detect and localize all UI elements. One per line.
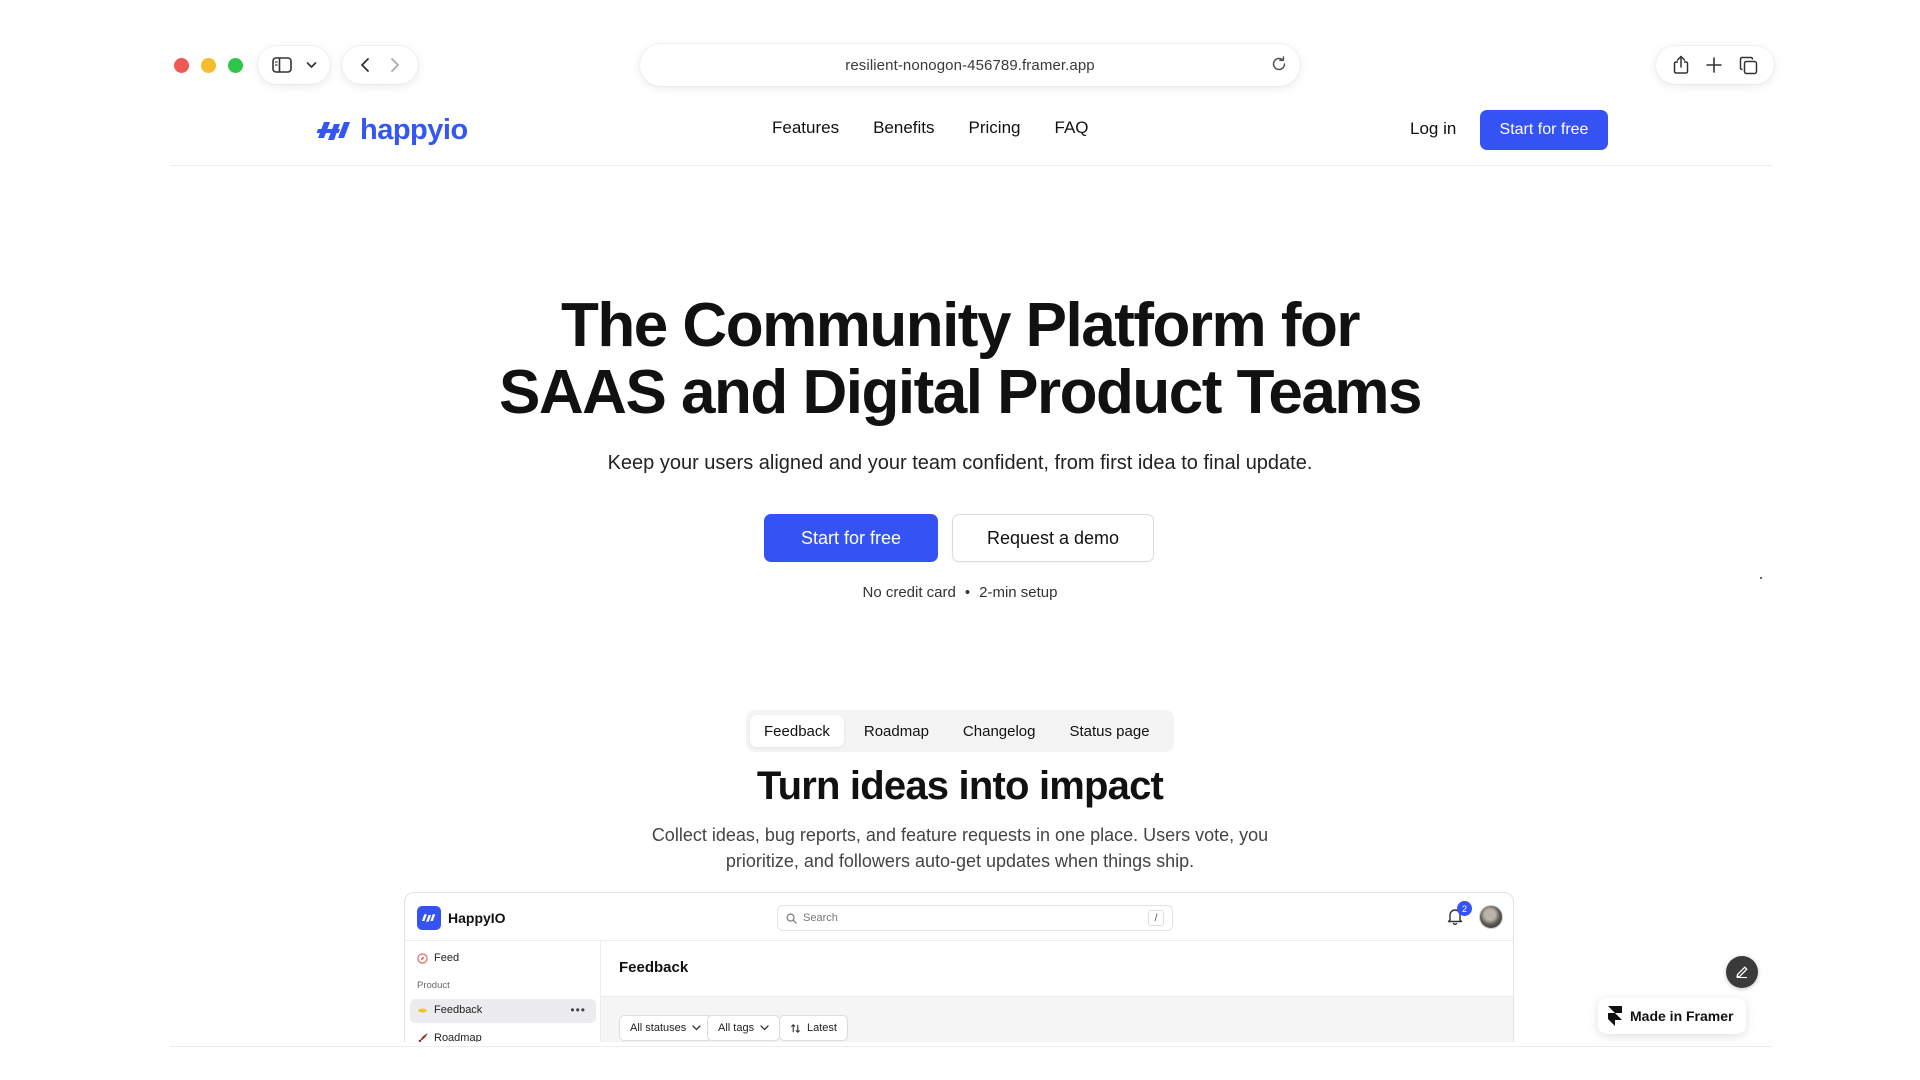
address-bar[interactable]: resilient-nonogon-456789.framer.app	[640, 44, 1300, 86]
preview-brand-name: HappyIO	[448, 910, 506, 926]
login-link[interactable]: Log in	[1410, 119, 1456, 139]
chevron-down-icon[interactable]	[306, 61, 317, 69]
notification-badge: 2	[1457, 901, 1472, 916]
app-preview: HappyIO Search / 2 Feed Product ••• Feed…	[404, 892, 1514, 1042]
filter-label: All tags	[718, 1022, 755, 1034]
section-description: Collect ideas, bug reports, and feature …	[651, 825, 1269, 871]
preview-filter-bar: All statuses All tags Latest	[601, 997, 1513, 1042]
preview-main-title: Feedback	[619, 959, 689, 976]
sidebar-item-label: Roadmap	[434, 1032, 482, 1042]
browser-actions	[1656, 46, 1774, 84]
hero-subtitle: Keep your users aligned and your team co…	[607, 452, 1313, 474]
filter-tags-select[interactable]: All tags	[707, 1015, 781, 1041]
tab-changelog[interactable]: Changelog	[949, 715, 1050, 747]
preview-search-input[interactable]: Search /	[777, 905, 1173, 931]
tab-status-page[interactable]: Status page	[1055, 715, 1163, 747]
zoom-window-button[interactable]	[228, 58, 243, 73]
sort-select[interactable]: Latest	[779, 1015, 848, 1041]
window-controls	[174, 58, 243, 73]
pencil-icon	[1735, 965, 1749, 979]
made-in-framer-badge[interactable]: Made in Framer	[1598, 998, 1746, 1034]
edit-button[interactable]	[1726, 956, 1758, 988]
sidebar-item-label: Feed	[434, 952, 460, 964]
preview-brand: HappyIO	[417, 906, 506, 930]
sidebar-item-label: Feedback	[434, 1004, 483, 1016]
feature-tabs: Feedback Roadmap Changelog Status page	[746, 710, 1174, 752]
history-navigation	[342, 46, 418, 84]
nav-features[interactable]: Features	[772, 118, 839, 138]
nav-pricing[interactable]: Pricing	[969, 118, 1021, 138]
filter-statuses-select[interactable]: All statuses	[619, 1015, 713, 1041]
tabs-icon[interactable]	[1739, 56, 1758, 75]
preview-search-placeholder: Search	[803, 912, 838, 924]
hero-note: No credit card • 2-min setup	[0, 584, 1920, 601]
rocket-icon	[417, 1032, 428, 1042]
hero-title-line2: SAAS and Digital Product Teams	[499, 358, 1422, 427]
chevron-down-icon	[692, 1025, 701, 1031]
nav-benefits[interactable]: Benefits	[873, 118, 934, 138]
chevron-down-icon	[760, 1025, 769, 1031]
main-nav: Features Benefits Pricing FAQ	[772, 118, 1089, 138]
nav-faq[interactable]: FAQ	[1055, 118, 1089, 138]
sidebar-item-roadmap[interactable]: Roadmap	[417, 1032, 482, 1042]
preview-main-header: Feedback	[601, 941, 1513, 997]
plus-icon[interactable]	[1706, 57, 1723, 73]
viewport-bottom-divider	[170, 1046, 1772, 1047]
forward-icon[interactable]	[390, 57, 400, 73]
framer-badge-label: Made in Framer	[1630, 1008, 1734, 1024]
search-icon	[786, 913, 797, 924]
sidebar-section-heading: Product	[417, 980, 450, 991]
back-icon[interactable]	[360, 57, 370, 73]
tab-feedback[interactable]: Feedback	[750, 715, 844, 747]
sidebar-toggle-group	[258, 46, 330, 84]
close-window-button[interactable]	[174, 58, 189, 73]
minimize-window-button[interactable]	[201, 58, 216, 73]
tab-roadmap[interactable]: Roadmap	[850, 715, 943, 747]
share-icon[interactable]	[1672, 55, 1690, 75]
compass-icon	[417, 952, 428, 964]
sort-icon	[790, 1023, 801, 1034]
preview-sidebar: Feed Product ••• Feedback Roadmap	[405, 941, 601, 1042]
url-text: resilient-nonogon-456789.framer.app	[845, 56, 1095, 74]
sidebar-item-feedback[interactable]: Feedback	[417, 1004, 482, 1016]
filter-label: Latest	[807, 1022, 837, 1034]
note-separator: •	[964, 584, 971, 601]
sidebar-item-feed[interactable]: Feed	[417, 952, 459, 964]
filter-label: All statuses	[630, 1022, 687, 1034]
note-setup-time: 2-min setup	[979, 584, 1058, 601]
more-options-icon[interactable]: •••	[570, 1003, 586, 1017]
sidebar-icon[interactable]	[271, 57, 292, 73]
preview-topbar: HappyIO Search / 2	[405, 893, 1513, 941]
section-title: Turn ideas into impact	[756, 764, 1164, 808]
request-demo-button[interactable]: Request a demo	[952, 514, 1154, 562]
logo[interactable]: happyio	[316, 114, 468, 147]
logo-text: happyio	[360, 114, 468, 146]
note-no-credit-card: No credit card	[862, 584, 956, 601]
header-start-button[interactable]: Start for free	[1480, 110, 1608, 150]
reload-icon[interactable]	[1270, 55, 1288, 73]
site-header: happyio Features Benefits Pricing FAQ Lo…	[170, 96, 1772, 166]
hero-title: The Community Platform for SAAS and Digi…	[0, 292, 1920, 426]
start-for-free-button[interactable]: Start for free	[764, 514, 938, 562]
hero-title-line1: The Community Platform for	[560, 291, 1361, 360]
preview-logo-icon	[417, 906, 441, 930]
happyio-logo-icon	[316, 118, 354, 144]
avatar[interactable]	[1479, 905, 1503, 929]
decorative-dot	[1760, 577, 1762, 579]
search-shortcut-key: /	[1148, 910, 1164, 926]
framer-logo-icon	[1608, 1006, 1622, 1026]
lightbulb-icon	[417, 1005, 428, 1016]
